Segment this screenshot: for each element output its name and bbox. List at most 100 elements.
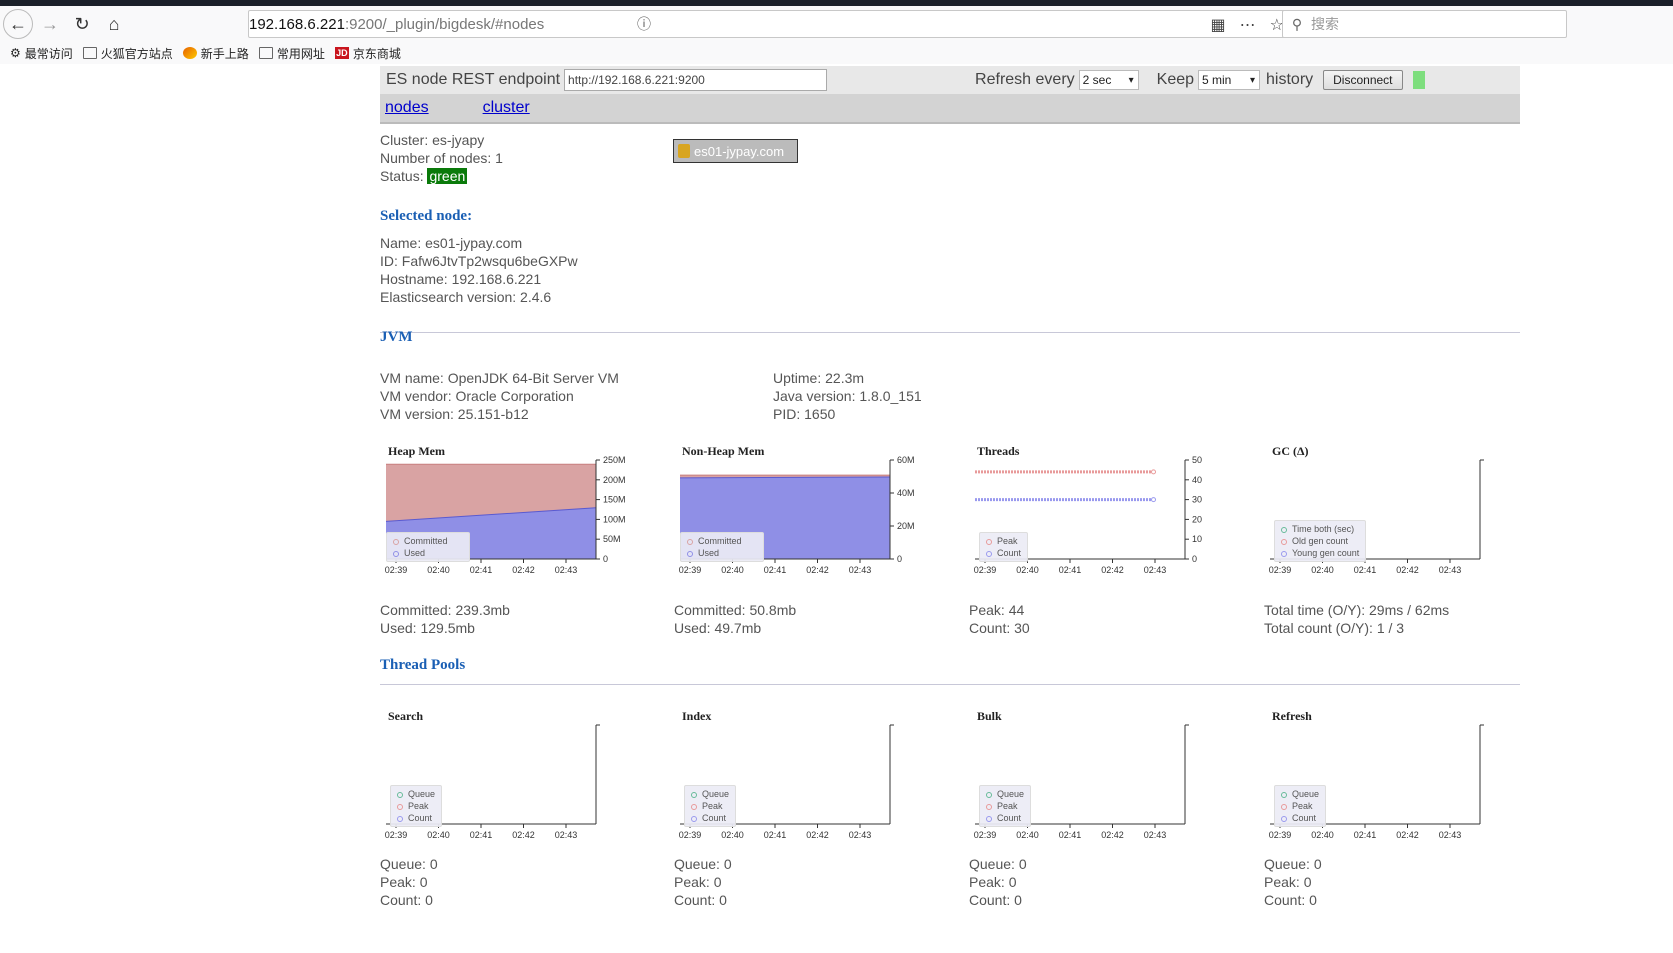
divider [380,684,1520,685]
threads-x-tick-label: 02:41 [1059,565,1082,575]
search-legend: Queue Peak Count [390,785,443,827]
index-x-tick-label: 02:42 [806,830,829,840]
bulk-legend-item-queue[interactable]: Queue [986,788,1024,800]
heap-mem-legend-item-used[interactable]: Used [393,547,463,559]
tab-nodes[interactable]: nodes [385,99,429,117]
legend-dot-icon [986,815,992,822]
connection-indicator [1412,71,1425,89]
divider [380,332,1520,333]
browser-search-box[interactable]: ⚲ 搜索 [1282,10,1567,38]
forward-arrow-icon[interactable]: → [35,9,65,39]
legend-dot-icon [397,791,403,798]
heap-mem-y-tick-label: 50M [603,534,621,544]
legend-dot-icon [1281,815,1287,822]
refresh-select[interactable]: 2 sec [1078,70,1139,90]
bulk-legend-label: Peak [997,801,1018,811]
non-heap-mem-legend-item-committed[interactable]: Committed [687,535,757,547]
bookmark-getting-started[interactable]: 新手上路 [182,45,249,62]
bigdesk-page: ES node REST endpoint Refresh every 2 se… [0,64,1673,953]
search-stat-line: Peak: 0 [380,874,428,890]
home-icon[interactable]: ⌂ [99,9,129,39]
search-chart: Search 02:39 02:40 02:41 02:42 02:43 Queue Peak… [382,709,632,854]
reload-icon[interactable]: ↻ [67,9,97,39]
heap-mem-chart: Heap Mem 0 50M 100M 150M 200M 250M 02:39 02:40 02… [382,444,632,589]
endpoint-label: ES node REST endpoint [386,71,561,88]
endpoint-input[interactable] [564,69,828,91]
refresh-legend-label: Count [1292,813,1317,823]
legend-dot-icon [687,550,693,557]
site-info-icon[interactable]: ⓘ [629,15,659,33]
keep-label: Keep [1156,71,1195,88]
search-x-tick-label: 02:39 [385,830,408,840]
jvm-info-left: VM name: OpenJDK 64-Bit Server VM VM ven… [380,370,619,422]
jvm-heading: JVM [380,329,413,345]
refresh-legend-label: Queue [1292,789,1320,799]
gc-legend-item-young-gen-count[interactable]: Young gen count [1281,547,1359,559]
url-host: 192.168.6.221 [249,15,345,33]
search-x-tick-label: 02:40 [427,830,450,840]
legend-dot-icon [986,791,992,798]
threads-point-count [1151,497,1156,503]
search-legend-item-peak[interactable]: Peak [397,800,435,812]
gc-legend-item-time-both-sec[interactable]: Time both (sec) [1281,523,1359,535]
search-legend-item-count[interactable]: Count [397,812,435,824]
legend-dot-icon [691,791,697,798]
gc-chart-svg: 02:39 02:40 02:41 02:42 02:43 [1269,459,1484,575]
bulk-legend-item-peak[interactable]: Peak [986,800,1024,812]
index-legend-item-queue[interactable]: Queue [691,788,729,800]
gc-legend-item-old-gen-count[interactable]: Old gen count [1281,535,1359,547]
bookmark-common-sites[interactable]: 常用网址 [258,45,325,62]
heap-mem-x-tick-label: 02:41 [470,565,493,575]
non-heap-mem-legend-item-used[interactable]: Used [687,547,757,559]
bookmark-firefox-site[interactable]: 火狐官方站点 [82,45,173,62]
bulk-chart-title: Bulk [977,709,1002,723]
refresh-legend-item-peak[interactable]: Peak [1281,800,1319,812]
legend-dot-icon [691,815,697,822]
search-x-tick-label: 02:41 [470,830,493,840]
legend-dot-icon [1281,538,1287,545]
threads-x-tick-label: 02:40 [1016,565,1039,575]
index-legend-label: Count [702,813,727,823]
refresh-legend-item-queue[interactable]: Queue [1281,788,1319,800]
gear-icon: ⚙ [10,46,21,60]
back-arrow-icon[interactable]: ← [3,9,33,39]
bookmark-jd[interactable]: JD 京东商城 [334,45,401,62]
heap-mem-chart-svg: 0 50M 100M 150M 200M 250M 02:39 02:40 02:41 02:42… [385,455,626,575]
threads-legend-item-count[interactable]: Count [986,547,1021,559]
bookmark-most-visited[interactable]: ⚙ 最常访问 [10,45,73,62]
threads-legend-item-peak[interactable]: Peak [986,535,1021,547]
bulk-legend-item-count[interactable]: Count [986,812,1024,824]
non-heap-mem-chart-svg: 0 20M 40M 60M 02:39 02:40 02:41 02:42 02:43 [679,455,915,575]
jvm-info-right: Uptime: 22.3m Java version: 1.8.0_151 PI… [773,370,922,422]
browser-toolbar: ← → ↻ ⌂ ⓘ 192.168.6.221:9200/_plugin/big… [0,6,1673,42]
threads-stat-line: Count: 30 [969,620,1030,636]
threads-legend: Peak Count [979,532,1029,562]
tab-cluster[interactable]: cluster [483,99,530,117]
qr-code-icon[interactable]: ▦ [1211,15,1226,35]
legend-dot-icon [986,550,992,557]
index-x-tick-label: 02:39 [679,830,702,840]
index-legend-item-count[interactable]: Count [691,812,729,824]
more-actions-icon[interactable]: ⋯ [1240,15,1256,35]
bulk-stat-line: Queue: 0 [969,856,1027,872]
search-placeholder: 搜索 [1311,16,1339,32]
disconnect-button[interactable]: Disconnect [1323,70,1403,90]
legend-dot-icon [397,803,403,810]
keep-select[interactable]: 5 min [1198,70,1261,90]
index-legend-item-peak[interactable]: Peak [691,800,729,812]
search-legend-label: Queue [408,789,436,799]
refresh-x-tick-label: 02:40 [1311,830,1334,840]
heap-mem-stats: Committed: 239.3mb Used: 129.5mb [380,601,510,637]
node-chip[interactable]: es01-jypay.com [673,139,798,163]
refresh-stat-line: Peak: 0 [1264,874,1312,890]
non-heap-mem-y-tick-label: 40M [897,488,915,498]
search-legend-item-queue[interactable]: Queue [397,788,435,800]
non-heap-mem-chart-title: Non-Heap Mem [682,444,765,458]
index-stats: Queue: 0 Peak: 0 Count: 0 [674,855,732,909]
bulk-x-tick-label: 02:41 [1059,830,1082,840]
index-legend-label: Queue [702,789,730,799]
address-bar[interactable]: ⓘ 192.168.6.221:9200/_plugin/bigdesk/#no… [248,10,1293,38]
heap-mem-legend-item-committed[interactable]: Committed [393,535,463,547]
gc-chart-title: GC (Δ) [1272,444,1309,458]
refresh-legend-item-count[interactable]: Count [1281,812,1319,824]
